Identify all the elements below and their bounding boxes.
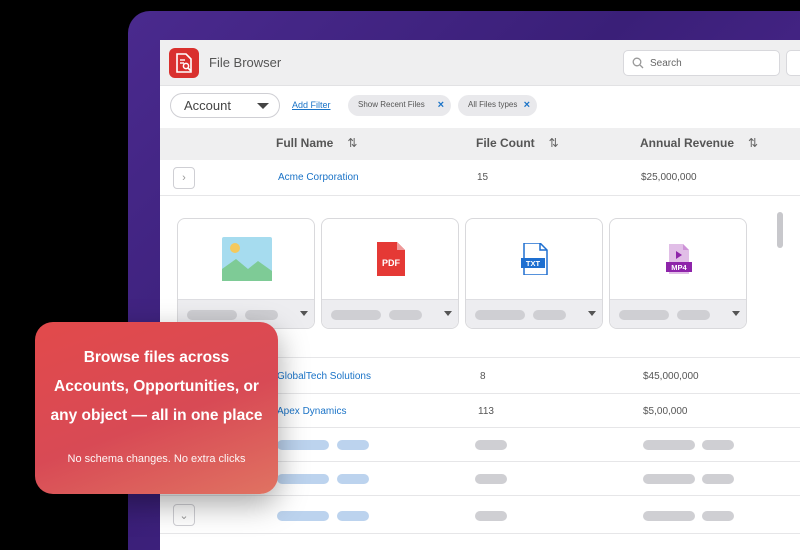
file-card-footer [610, 299, 746, 328]
row-name[interactable]: GlobalTech Solutions [277, 371, 371, 382]
app-title: File Browser [209, 55, 282, 70]
column-header-file-count[interactable]: File Count ⇅ [476, 136, 559, 150]
chevron-down-icon[interactable] [300, 311, 308, 316]
placeholder-bar [619, 310, 669, 320]
row-revenue: $5,00,000 [643, 406, 688, 417]
chevron-down-icon[interactable]: ⌄ [173, 504, 195, 526]
placeholder-bar [277, 440, 329, 450]
filter-chip-label: All Files types [468, 100, 518, 109]
file-card-footer [322, 299, 458, 328]
search-icon [632, 57, 644, 69]
object-select[interactable]: Account [170, 93, 280, 118]
placeholder-bar [475, 511, 507, 521]
row-file-count: 15 [477, 172, 489, 183]
feature-callout: Browse files across Accounts, Opportunit… [35, 322, 278, 494]
mp4-file-icon: MP4 [610, 219, 746, 299]
placeholder-bar [702, 474, 734, 484]
table-header: Full Name ⇅ File Count ⇅ Annual Revenue ⇅ [160, 128, 800, 160]
image-file-icon [178, 219, 314, 299]
file-card-footer [466, 299, 602, 328]
search-input[interactable] [650, 54, 770, 72]
file-card[interactable] [177, 218, 315, 329]
placeholder-bar [475, 440, 507, 450]
placeholder-bar [702, 511, 734, 521]
column-header-annual-revenue[interactable]: Annual Revenue ⇅ [640, 136, 758, 150]
filter-chip-types: All Files types × [458, 95, 537, 116]
chevron-down-icon[interactable] [588, 311, 596, 316]
placeholder-bar [245, 310, 278, 320]
scrollbar[interactable] [777, 212, 783, 248]
callout-subtext: No schema changes. No extra clicks [67, 453, 246, 465]
row-revenue: $25,000,000 [641, 172, 697, 183]
app-logo-icon [169, 48, 199, 78]
sort-icon[interactable]: ⇅ [347, 136, 357, 150]
table-row[interactable]: › Acme Corporation 15 $25,000,000 [160, 160, 800, 196]
row-file-count: 8 [480, 371, 486, 382]
svg-text:MP4: MP4 [671, 263, 687, 272]
placeholder-bar [475, 474, 507, 484]
row-name[interactable]: Acme Corporation [278, 172, 359, 183]
object-select-value: Account [184, 98, 231, 113]
add-filter-link[interactable]: Add Filter [292, 100, 331, 110]
chevron-down-icon [257, 103, 269, 109]
top-bar: File Browser [160, 40, 800, 86]
placeholder-bar [475, 310, 525, 320]
placeholder-bar [643, 511, 695, 521]
placeholder-bar [643, 474, 695, 484]
placeholder-bar [337, 511, 369, 521]
placeholder-bar [677, 310, 710, 320]
placeholder-bar [533, 310, 566, 320]
file-card[interactable]: MP4 [609, 218, 747, 329]
table-row-skeleton: ⌄ [160, 496, 800, 534]
svg-text:TXT: TXT [526, 259, 541, 268]
pdf-file-icon: PDF [322, 219, 458, 299]
placeholder-bar [187, 310, 237, 320]
row-name[interactable]: Apex Dynamics [277, 406, 346, 417]
placeholder-bar [331, 310, 381, 320]
placeholder-bar [277, 474, 329, 484]
expand-chevron-icon[interactable]: › [173, 167, 195, 189]
placeholder-bar [277, 511, 329, 521]
txt-file-icon: TXT [466, 219, 602, 299]
column-label: File Count [476, 136, 535, 150]
placeholder-bar [643, 440, 695, 450]
row-file-count: 113 [478, 406, 494, 417]
placeholder-bar [337, 474, 369, 484]
chevron-down-icon[interactable] [732, 311, 740, 316]
column-label: Full Name [276, 136, 334, 150]
placeholder-bar [702, 440, 734, 450]
filter-chip-label: Show Recent Files [358, 100, 425, 109]
column-label: Annual Revenue [640, 136, 735, 150]
svg-text:PDF: PDF [382, 258, 401, 268]
column-header-full-name[interactable]: Full Name ⇅ [276, 136, 357, 150]
callout-headline: Browse files across Accounts, Opportunit… [50, 349, 263, 424]
filter-bar: Account Add Filter Show Recent Files × A… [160, 86, 800, 128]
sort-icon[interactable]: ⇅ [748, 136, 758, 150]
row-revenue: $45,000,000 [643, 371, 699, 382]
placeholder-bar [389, 310, 422, 320]
search-box[interactable] [623, 50, 780, 76]
file-card[interactable]: TXT [465, 218, 603, 329]
close-icon[interactable]: × [524, 99, 530, 111]
placeholder-bar [337, 440, 369, 450]
filter-chip-recent: Show Recent Files × [348, 95, 451, 116]
file-card[interactable]: PDF [321, 218, 459, 329]
sort-icon[interactable]: ⇅ [549, 136, 559, 150]
chevron-down-icon[interactable] [444, 311, 452, 316]
close-icon[interactable]: × [438, 99, 444, 111]
toolbar-button[interactable] [786, 50, 800, 76]
